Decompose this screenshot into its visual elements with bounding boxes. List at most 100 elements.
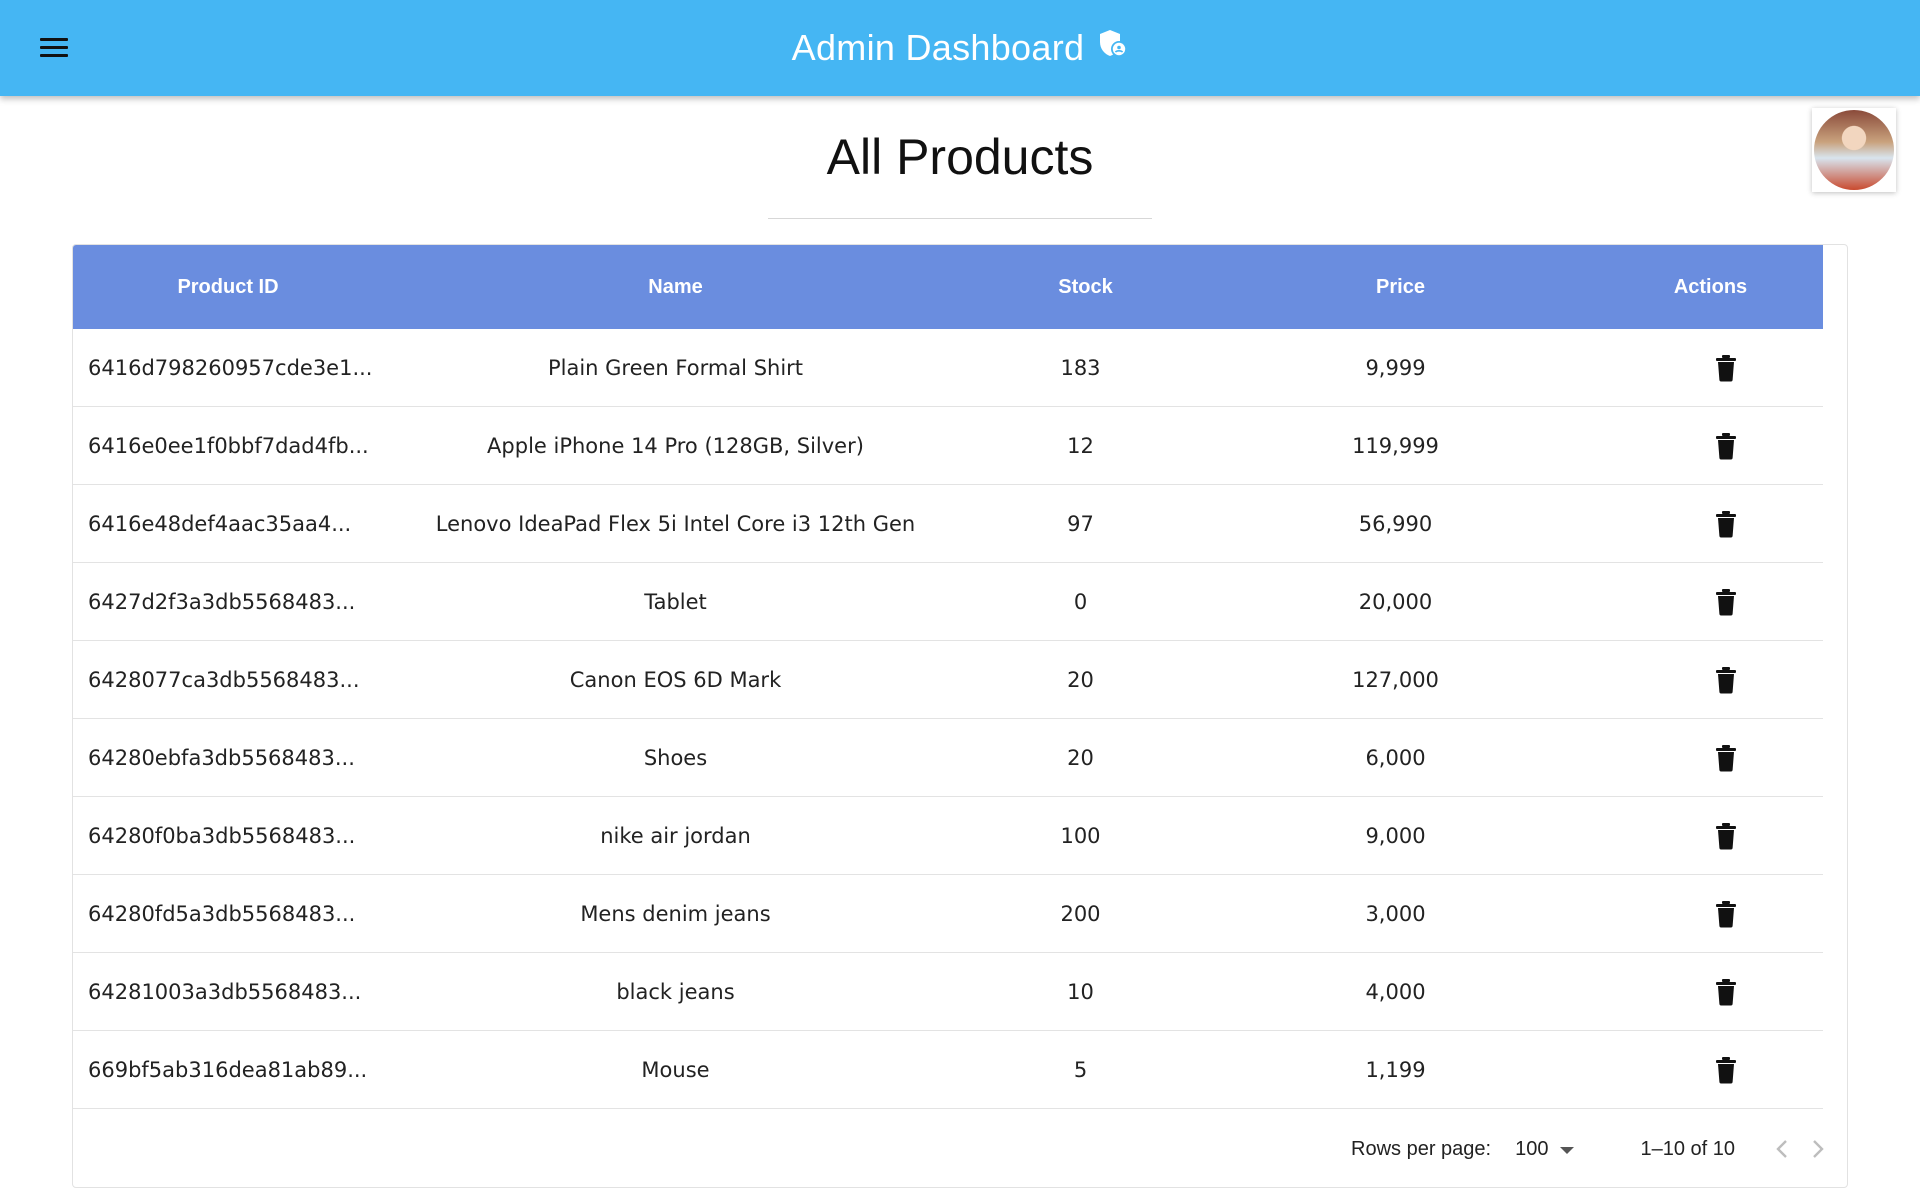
trash-icon — [1715, 666, 1736, 693]
trash-icon — [1715, 588, 1736, 615]
stock-cell: 0 — [1073, 589, 1088, 614]
product-id-cell: 6428077ca3db5568483... — [88, 667, 360, 692]
dropdown-caret-icon — [1560, 1146, 1575, 1154]
actions-cell — [1598, 738, 1823, 778]
product-name-cell: Mens denim jeans — [580, 901, 771, 926]
price-cell: 119,999 — [1352, 433, 1439, 458]
stock-cell: 10 — [1067, 979, 1094, 1004]
stock-cell: 5 — [1073, 1057, 1088, 1082]
delete-button[interactable] — [1706, 972, 1746, 1012]
actions-cell — [1598, 348, 1823, 388]
delete-button[interactable] — [1706, 816, 1746, 856]
table-row[interactable]: 6427d2f3a3db5568483... Tablet 0 20,000 — [73, 563, 1823, 641]
price-cell: 9,999 — [1365, 355, 1426, 380]
price-cell: 9,000 — [1365, 823, 1426, 848]
table-row[interactable]: 64281003a3db5568483... black jeans 10 4,… — [73, 953, 1823, 1031]
column-header-name[interactable]: Name — [383, 276, 968, 299]
delete-button[interactable] — [1706, 504, 1746, 544]
rows-per-page-label: Rows per page: — [1351, 1137, 1492, 1160]
trash-icon — [1715, 978, 1736, 1005]
table-header: Product ID Name Stock Price Actions — [73, 245, 1823, 329]
table-row[interactable]: 669bf5ab316dea81ab89... Mouse 5 1,199 — [73, 1031, 1823, 1109]
product-name-cell: black jeans — [616, 979, 735, 1004]
product-id-cell: 6416e48def4aac35aa4... — [88, 511, 352, 536]
app-title: Admin Dashboard — [791, 27, 1085, 68]
product-name-cell: Lenovo IdeaPad Flex 5i Intel Core i3 12t… — [435, 511, 916, 536]
product-name-cell: Canon EOS 6D Mark — [569, 667, 782, 692]
price-cell: 6,000 — [1365, 745, 1426, 770]
actions-cell — [1598, 1050, 1823, 1090]
table-row[interactable]: 64280f0ba3db5568483... nike air jordan 1… — [73, 797, 1823, 875]
product-id-cell: 64280ebfa3db5568483... — [88, 745, 355, 770]
actions-cell — [1598, 582, 1823, 622]
stock-cell: 100 — [1060, 823, 1101, 848]
hamburger-menu-icon — [40, 38, 68, 58]
previous-page-button[interactable] — [1771, 1134, 1793, 1164]
product-id-cell: 64281003a3db5568483... — [88, 979, 362, 1004]
product-id-cell: 6427d2f3a3db5568483... — [88, 589, 356, 614]
delete-button[interactable] — [1706, 1050, 1746, 1090]
table-body: 6416d798260957cde3e1... Plain Green Form… — [73, 329, 1823, 1109]
actions-cell — [1598, 816, 1823, 856]
column-header-stock[interactable]: Stock — [968, 276, 1203, 299]
delete-button[interactable] — [1706, 582, 1746, 622]
product-name-cell: Plain Green Formal Shirt — [547, 355, 804, 380]
table-row[interactable]: 64280fd5a3db5568483... Mens denim jeans … — [73, 875, 1823, 953]
table-row[interactable]: 6416d798260957cde3e1... Plain Green Form… — [73, 329, 1823, 407]
stock-cell: 12 — [1067, 433, 1094, 458]
price-cell: 56,990 — [1358, 511, 1433, 536]
product-name-cell: nike air jordan — [600, 823, 751, 848]
actions-cell — [1598, 504, 1823, 544]
page-title: All Products — [826, 129, 1094, 185]
actions-cell — [1598, 972, 1823, 1012]
actions-cell — [1598, 426, 1823, 466]
column-header-price[interactable]: Price — [1203, 276, 1598, 299]
trash-icon — [1715, 822, 1736, 849]
next-page-button[interactable] — [1807, 1134, 1829, 1164]
trash-icon — [1715, 432, 1736, 459]
product-id-cell: 6416d798260957cde3e1... — [88, 355, 373, 380]
product-id-cell: 64280fd5a3db5568483... — [88, 901, 356, 926]
table-row[interactable]: 6428077ca3db5568483... Canon EOS 6D Mark… — [73, 641, 1823, 719]
price-cell: 3,000 — [1365, 901, 1426, 926]
menu-button[interactable] — [30, 26, 78, 70]
trash-icon — [1715, 1056, 1736, 1083]
products-table: Product ID Name Stock Price Actions 6416… — [72, 244, 1848, 1188]
column-header-actions[interactable]: Actions — [1598, 276, 1823, 299]
rows-per-page-value: 100 — [1515, 1137, 1549, 1160]
product-id-cell: 6416e0ee1f0bbf7dad4fb... — [88, 433, 369, 458]
pagination-controls — [1771, 1134, 1829, 1164]
delete-button[interactable] — [1706, 426, 1746, 466]
price-cell: 1,199 — [1365, 1057, 1426, 1082]
user-avatar[interactable] — [1812, 108, 1896, 192]
actions-cell — [1598, 660, 1823, 700]
delete-button[interactable] — [1706, 348, 1746, 388]
price-cell: 127,000 — [1352, 667, 1439, 692]
trash-icon — [1715, 354, 1736, 381]
rows-per-page-select[interactable]: 100 — [1515, 1137, 1575, 1161]
delete-button[interactable] — [1706, 660, 1746, 700]
chevron-right-icon — [1813, 1140, 1824, 1158]
delete-button[interactable] — [1706, 738, 1746, 778]
stock-cell: 200 — [1060, 901, 1101, 926]
trash-icon — [1715, 510, 1736, 537]
table-row[interactable]: 6416e48def4aac35aa4... Lenovo IdeaPad Fl… — [73, 485, 1823, 563]
product-id-cell: 669bf5ab316dea81ab89... — [88, 1057, 368, 1082]
stock-cell: 20 — [1067, 667, 1094, 692]
pagination-range: 1–10 of 10 — [1640, 1137, 1735, 1160]
stock-cell: 97 — [1067, 511, 1094, 536]
table-row[interactable]: 6416e0ee1f0bbf7dad4fb... Apple iPhone 14… — [73, 407, 1823, 485]
delete-button[interactable] — [1706, 894, 1746, 934]
chevron-left-icon — [1776, 1140, 1787, 1158]
product-name-cell: Apple iPhone 14 Pro (128GB, Silver) — [487, 433, 864, 458]
product-name-cell: Tablet — [644, 589, 707, 614]
trash-icon — [1715, 900, 1736, 927]
actions-cell — [1598, 894, 1823, 934]
table-pagination: Rows per page: 100 1–10 of 10 — [73, 1109, 1847, 1187]
product-id-cell: 64280f0ba3db5568483... — [88, 823, 356, 848]
avatar-photo — [1814, 110, 1894, 190]
table-row[interactable]: 64280ebfa3db5568483... Shoes 20 6,000 — [73, 719, 1823, 797]
app-title-group: Admin Dashboard — [0, 0, 1920, 96]
column-header-product-id[interactable]: Product ID — [73, 276, 383, 299]
product-name-cell: Shoes — [643, 745, 708, 770]
